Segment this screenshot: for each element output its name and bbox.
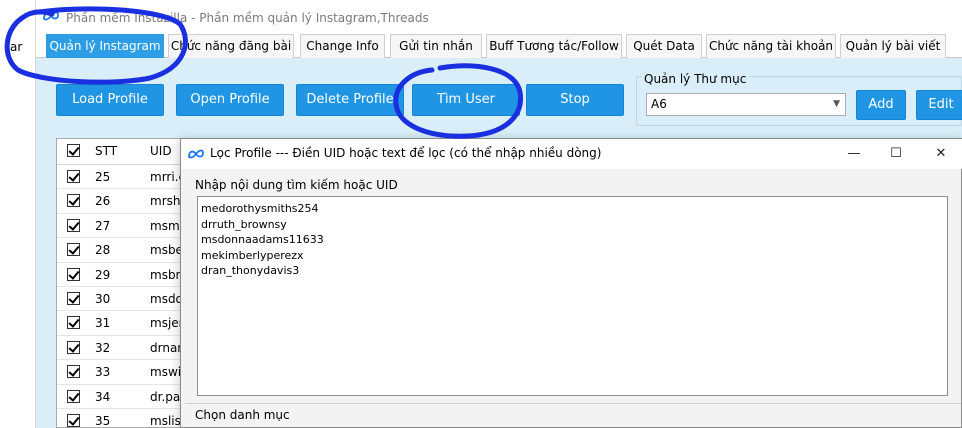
filter-line: dran_thonydavis3 — [201, 264, 300, 277]
tab-chuc-nang-tai-khoan[interactable]: Chức năng tài khoản — [706, 34, 836, 58]
row-uid: msbri — [150, 267, 184, 282]
filter-line: mekimberlyperezx — [201, 248, 304, 262]
folder-manager-label: Quản lý Thư mục — [642, 72, 749, 86]
meta-logo-icon — [43, 11, 59, 21]
app-titlebar: Phần mềm Instazilla - Phần mềm quản lý I… — [36, 0, 962, 34]
row-stt: 27 — [95, 218, 111, 233]
category-group — [185, 403, 961, 428]
uid-filter-textarea[interactable]: medorothysmiths254 drruth_brownsy msdonn… — [197, 196, 948, 396]
edit-folder-button[interactable]: Edit — [916, 90, 962, 120]
row-stt: 25 — [95, 170, 111, 184]
left-window-strip: ar — [0, 0, 36, 428]
row-stt: 32 — [95, 340, 111, 355]
row-checkbox[interactable] — [67, 170, 80, 183]
header-stt: STT — [95, 144, 118, 158]
row-stt: 31 — [95, 316, 111, 331]
row-checkbox[interactable] — [67, 291, 80, 305]
delete-profile-button[interactable]: Delete Profile — [296, 84, 404, 116]
tab-bar: Quản lý Instagram Chức năng đăng bài Cha… — [36, 34, 962, 58]
tab-quan-ly-instagram[interactable]: Quản lý Instagram — [46, 34, 164, 58]
row-stt: 28 — [95, 243, 111, 258]
dialog-titlebar: Lọc Profile --- Điền UID hoặc text để lọ… — [181, 139, 962, 169]
row-uid: msmi — [150, 218, 183, 233]
row-stt: 30 — [95, 291, 111, 306]
row-checkbox[interactable] — [67, 194, 80, 208]
row-uid: msdo — [150, 291, 183, 306]
app-title: Phần mềm Instazilla - Phần mềm quản lý I… — [66, 11, 429, 25]
tab-quet-data[interactable]: Quét Data — [626, 34, 702, 58]
add-folder-button[interactable]: Add — [856, 90, 906, 120]
header-uid: UID — [150, 144, 172, 158]
select-all-checkbox[interactable] — [67, 144, 80, 157]
filter-line: msdonnaadams11633 — [201, 233, 324, 246]
row-checkbox[interactable] — [67, 413, 80, 427]
close-icon[interactable]: ✕ — [926, 143, 956, 165]
row-stt: 33 — [95, 365, 111, 380]
row-stt: 29 — [95, 267, 111, 282]
folder-select-value: A6 — [651, 97, 667, 111]
filter-profile-dialog: Lọc Profile --- Điền UID hoặc text để lọ… — [180, 138, 962, 428]
category-group-label: Chọn danh mục — [195, 408, 290, 422]
tab-change-info[interactable]: Change Info — [300, 34, 385, 58]
filter-line: medorothysmiths254 — [201, 202, 319, 215]
folder-select[interactable]: A6 ▼ — [646, 93, 846, 116]
load-profile-button[interactable]: Load Profile — [56, 84, 164, 116]
minimize-icon[interactable]: — — [839, 143, 869, 165]
chevron-down-icon: ▼ — [833, 99, 840, 109]
maximize-icon[interactable]: ☐ — [881, 143, 911, 165]
open-profile-button[interactable]: Open Profile — [176, 84, 284, 116]
tab-buff-tuong-tac[interactable]: Buff Tương tác/Follow — [486, 34, 622, 58]
row-checkbox[interactable] — [67, 243, 80, 257]
row-uid: msbe — [150, 243, 183, 258]
tab-chuc-nang-dang-bai[interactable]: Chức năng đăng bài — [168, 34, 294, 58]
row-checkbox[interactable] — [67, 389, 80, 403]
find-user-button[interactable]: Tìm User — [412, 84, 520, 116]
filter-line: drruth_brownsy — [201, 217, 287, 231]
row-checkbox[interactable] — [67, 316, 80, 330]
row-checkbox[interactable] — [67, 365, 80, 379]
left-strip-text: ar — [10, 40, 23, 54]
tab-gui-tin-nhan[interactable]: Gửi tin nhắn — [390, 34, 482, 58]
stop-button[interactable]: Stop — [526, 84, 624, 116]
row-stt: 26 — [95, 194, 111, 209]
row-checkbox[interactable] — [67, 267, 80, 281]
row-checkbox[interactable] — [67, 218, 80, 232]
search-group-label: Nhập nội dung tìm kiếm hoặc UID — [195, 178, 398, 192]
tab-quan-ly-bai-viet[interactable]: Quản lý bài viết — [840, 34, 946, 58]
dialog-title: Lọc Profile --- Điền UID hoặc text để lọ… — [210, 146, 602, 160]
row-checkbox[interactable] — [67, 340, 80, 354]
row-stt: 34 — [95, 389, 111, 404]
meta-logo-icon — [188, 149, 204, 159]
row-stt: 35 — [95, 413, 111, 428]
